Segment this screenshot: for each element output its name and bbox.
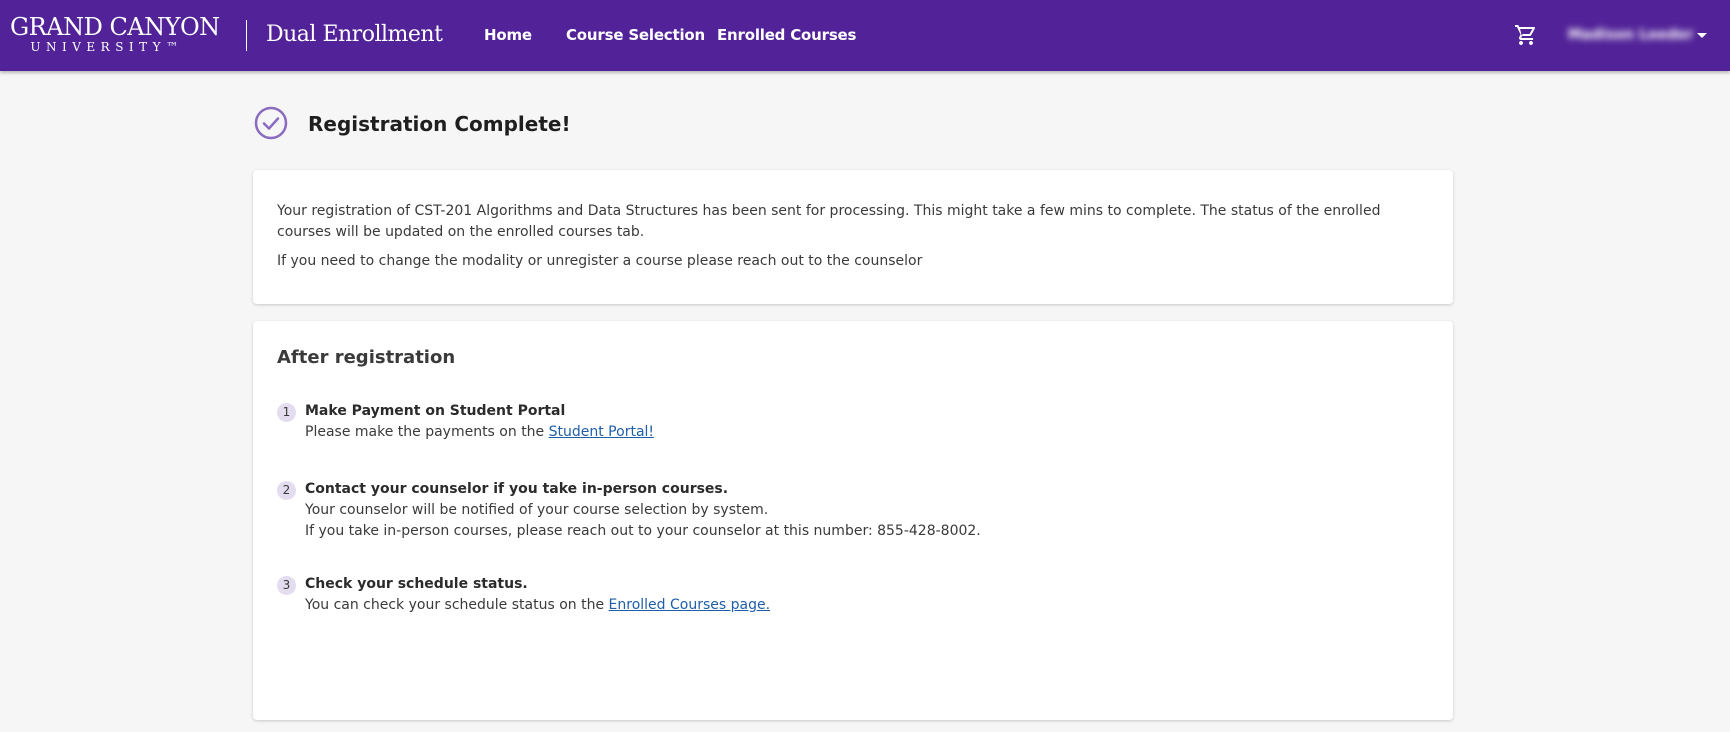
cart-icon[interactable] (1514, 23, 1538, 47)
step-number-badge: 3 (277, 576, 296, 595)
section-title: After registration (277, 347, 456, 368)
step-text-phone: If you take in-person courses, please re… (305, 523, 981, 539)
nav-course-selection[interactable]: Course Selection (566, 26, 705, 44)
step-text-prefix: Please make the payments on the (305, 424, 549, 440)
logo-wordmark: GRAND CANYON (10, 13, 220, 41)
caret-down-icon[interactable] (1692, 25, 1712, 45)
product-name: Dual Enrollment (266, 22, 443, 47)
student-portal-link[interactable]: Student Portal! (549, 424, 654, 440)
step-title: Make Payment on Student Portal (305, 403, 566, 419)
enrolled-courses-link[interactable]: Enrolled Courses page. (609, 597, 771, 613)
page-title: Registration Complete! (308, 112, 571, 136)
gcu-logo[interactable]: GRAND CANYON UNIVERSITY™ (10, 13, 220, 54)
after-registration-card: After registration 1 Make Payment on Stu… (253, 321, 1453, 720)
nav-home[interactable]: Home (484, 26, 532, 44)
top-nav-bar: GRAND CANYON UNIVERSITY™ Dual Enrollment… (0, 0, 1730, 71)
step-text: Please make the payments on the Student … (305, 422, 654, 443)
header-divider (246, 20, 247, 51)
step-number-badge: 2 (277, 481, 296, 500)
logo-subtitle: UNIVERSITY™ (30, 40, 184, 54)
step-text: You can check your schedule status on th… (305, 595, 770, 616)
user-name[interactable]: Madison Leeder (1568, 27, 1693, 43)
step-title: Check your schedule status. (305, 576, 528, 592)
counselor-note: If you need to change the modality or un… (277, 253, 923, 269)
step-title: Contact your counselor if you take in-pe… (305, 481, 729, 497)
step-text: Your counselor will be notified of your … (305, 502, 769, 518)
check-circle-icon (254, 106, 288, 140)
nav-enrolled-courses[interactable]: Enrolled Courses (717, 26, 856, 44)
step-text-prefix: You can check your schedule status on th… (305, 597, 609, 613)
registration-message: Your registration of CST-201 Algorithms … (277, 203, 1381, 240)
registration-message-card: Your registration of CST-201 Algorithms … (253, 170, 1453, 304)
step-number-badge: 1 (277, 403, 296, 422)
